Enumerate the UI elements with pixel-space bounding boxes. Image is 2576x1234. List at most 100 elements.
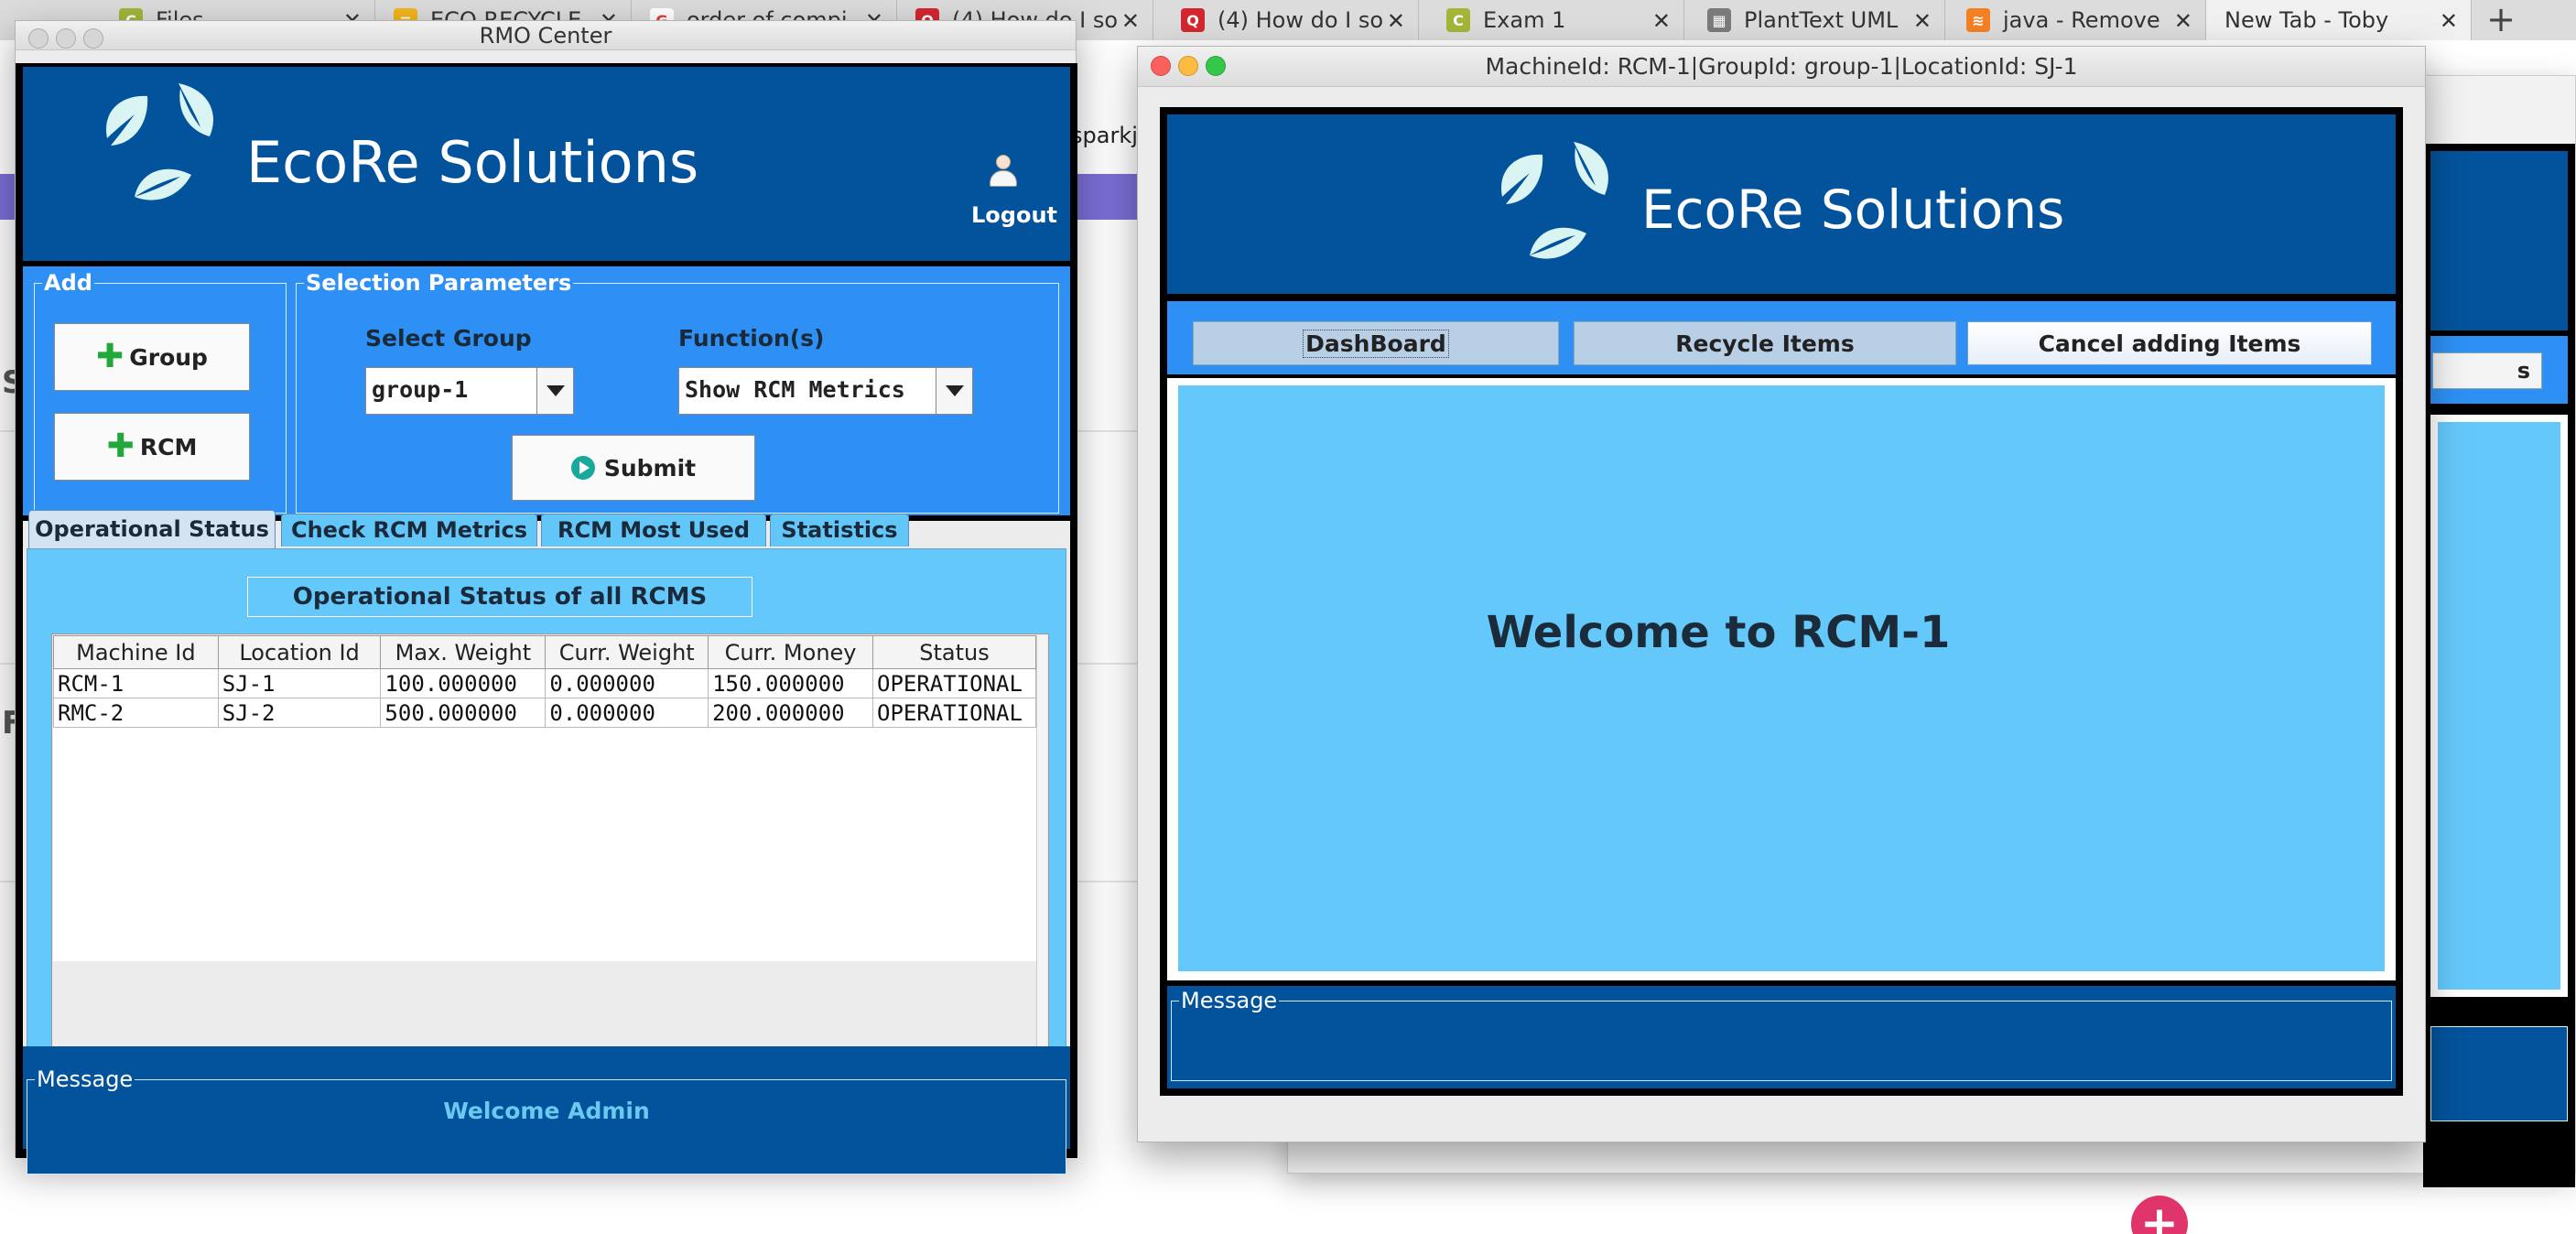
tab-operational-status[interactable]: Operational Status [28, 510, 276, 548]
recycle-items-button[interactable]: Recycle Items [1574, 321, 1956, 365]
add-group-button[interactable]: ✚ Group [54, 323, 250, 391]
message-legend: Message [1179, 988, 1280, 1013]
tab-check-rcm-metrics[interactable]: Check RCM Metrics [281, 514, 537, 547]
browser-tab-favicon-icon: C [1446, 8, 1470, 32]
banner [2430, 151, 2568, 330]
add-legend: Add [42, 270, 94, 296]
tab-statistics[interactable]: Statistics [770, 514, 909, 547]
close-window-icon[interactable] [28, 28, 49, 49]
operational-status-table: Machine Id Location Id Max. Weight Curr.… [53, 635, 1036, 728]
recycle-leaves-logo [106, 83, 214, 200]
content-panel [2430, 415, 2568, 997]
nav-button[interactable]: s [2432, 352, 2542, 389]
plus-icon: ✚ [96, 338, 124, 375]
functions-dropdown[interactable]: Show RCM Metrics [678, 367, 973, 415]
cancel-adding-items-button[interactable]: Cancel adding Items [1967, 321, 2372, 365]
chevron-down-icon[interactable] [536, 368, 573, 414]
table-cell: 100.000000 [380, 668, 547, 698]
browser-tab-label: Exam 1 [1483, 7, 1566, 33]
browser-tab-label: New Tab - Toby [2224, 7, 2389, 33]
column-header[interactable]: Max. Weight [380, 635, 547, 669]
window-title: MachineId: RCM-1|GroupId: group-1|Locati… [1485, 53, 2078, 80]
zoom-window-icon[interactable] [1206, 56, 1226, 76]
zoom-window-icon[interactable] [83, 28, 103, 49]
leaf-icon [1574, 142, 1609, 195]
recycle-leaves-logo [1501, 142, 1609, 259]
selection-parameters-legend: Selection Parameters [304, 270, 574, 296]
close-tab-icon[interactable]: ✕ [1913, 8, 1932, 34]
table-cell: 0.000000 [545, 668, 709, 698]
message-box: Message [1171, 989, 2392, 1081]
user-icon[interactable] [988, 155, 1019, 191]
dashboard-button[interactable]: DashBoard [1193, 321, 1559, 365]
logout-link[interactable]: Logout [971, 202, 1057, 228]
browser-tab-favicon-icon: ≋ [1966, 8, 1990, 32]
message-panel [2430, 1026, 2568, 1121]
browser-tab-favicon-icon: Q [1181, 8, 1205, 32]
column-header[interactable]: Status [872, 635, 1036, 669]
column-header[interactable]: Curr. Weight [545, 635, 709, 669]
add-rcm-button-label: RCM [139, 433, 198, 460]
chevron-down-icon[interactable] [936, 368, 972, 414]
close-tab-icon[interactable]: ✕ [1652, 8, 1671, 34]
message-box: Message [27, 1067, 1066, 1174]
plus-icon: ✚ [106, 428, 135, 465]
select-group-value: group-1 [372, 376, 469, 403]
browser-tab-active[interactable]: New Tab - Toby ✕ [2206, 0, 2472, 40]
column-header[interactable]: Machine Id [53, 635, 219, 669]
rcm-window: MachineId: RCM-1|GroupId: group-1|Locati… [1137, 46, 2426, 1142]
window-titlebar[interactable]: RMO Center [16, 21, 1076, 50]
table-cell: SJ-1 [217, 668, 382, 698]
close-tab-icon[interactable]: ✕ [2174, 8, 2192, 34]
table-title: Operational Status of all RCMS [247, 577, 752, 617]
close-tab-icon[interactable]: ✕ [1121, 8, 1140, 34]
table-cell: SJ-2 [217, 698, 382, 728]
leaf-icon [179, 83, 214, 136]
submit-button[interactable]: Submit [512, 435, 755, 501]
brand-banner: EcoRe Solutions Logout [23, 67, 1070, 261]
page-text-fragment: sparkj [1071, 123, 1138, 148]
column-header[interactable]: Location Id [217, 635, 382, 669]
minimize-window-icon[interactable] [1178, 56, 1198, 76]
table-header-row: Machine Id Location Id Max. Weight Curr.… [53, 635, 1036, 669]
play-circle-icon [570, 456, 595, 480]
functions-label: Function(s) [678, 325, 825, 352]
browser-tab[interactable]: ≋ java - Remove ✕ [1948, 0, 2206, 40]
message-legend: Message [35, 1066, 135, 1092]
new-tab-button[interactable]: + [2481, 2, 2521, 38]
welcome-panel: Welcome to RCM-1 [1178, 385, 2385, 971]
table-cell: 0.000000 [545, 698, 709, 728]
operational-status-panel: Operational Status of all RCMS Machine I… [27, 548, 1066, 1062]
close-tab-icon[interactable]: ✕ [1387, 8, 1405, 34]
add-rcm-button[interactable]: ✚ RCM [54, 413, 250, 481]
submit-button-label: Submit [603, 454, 697, 482]
window-title: RMO Center [479, 23, 612, 49]
brand-name: EcoRe Solutions [246, 129, 699, 196]
select-group-dropdown[interactable]: group-1 [365, 367, 574, 415]
tab-rcm-most-used[interactable]: RCM Most Used [541, 514, 766, 547]
browser-tab-favicon-icon: ▦ [1707, 8, 1731, 32]
add-group-button-label: Group [129, 343, 208, 371]
table-cell: RCM-1 [53, 668, 219, 698]
vertical-scrollbar[interactable] [1036, 635, 1047, 1060]
table-cell: RMC-2 [53, 698, 219, 728]
browser-tab-label: PlantText UML [1744, 7, 1899, 33]
select-group-label: Select Group [365, 325, 532, 352]
cancel-adding-items-button-label: Cancel adding Items [2038, 330, 2301, 357]
message-panel: Message [1167, 986, 2396, 1088]
browser-tab[interactable]: C Exam 1 ✕ [1428, 0, 1684, 40]
browser-tab[interactable]: Q (4) How do I so ✕ [1163, 0, 1419, 40]
dashboard-button-label: DashBoard [1303, 329, 1449, 358]
window-titlebar[interactable]: MachineId: RCM-1|GroupId: group-1|Locati… [1138, 47, 2425, 87]
close-tab-icon[interactable]: ✕ [2440, 8, 2458, 34]
brand-banner: EcoRe Solutions [1167, 114, 2396, 294]
browser-tab-label: (4) How do I so [1218, 7, 1384, 33]
table-row[interactable]: RCM-1 SJ-1 100.000000 0.000000 150.00000… [53, 668, 1036, 698]
brand-name: EcoRe Solutions [1641, 179, 2065, 241]
table-row[interactable]: RMC-2 SJ-2 500.000000 0.000000 200.00000… [53, 698, 1036, 728]
browser-tab[interactable]: ▦ PlantText UML ✕ [1689, 0, 1945, 40]
column-header[interactable]: Curr. Money [708, 635, 873, 669]
close-window-icon[interactable] [1151, 56, 1171, 76]
minimize-window-icon[interactable] [56, 28, 76, 49]
table-cell: OPERATIONAL [872, 698, 1036, 728]
